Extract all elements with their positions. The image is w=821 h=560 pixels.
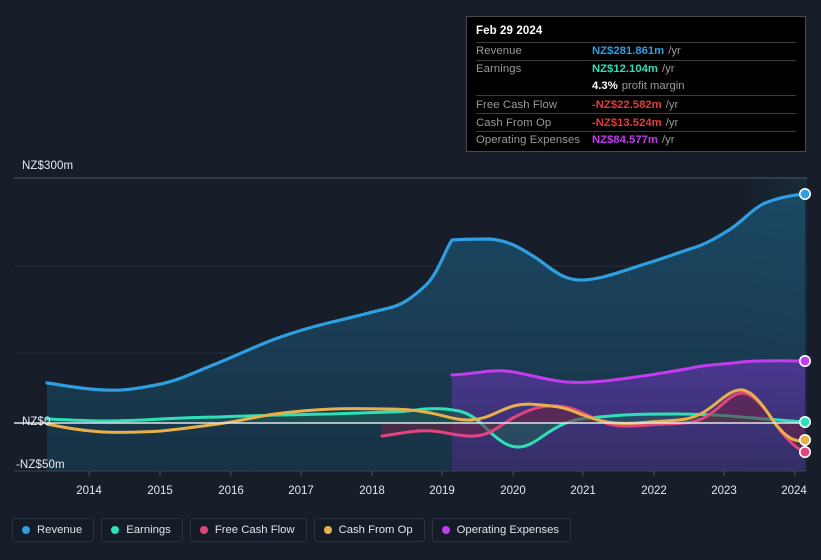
tooltip-unit-earnings: /yr [661, 63, 675, 76]
tooltip-unit-revenue: /yr [668, 45, 681, 58]
tooltip-value-free-cash-flow: -NZ$22.582m [592, 98, 662, 111]
tooltip-value-operating-expenses: NZ$84.577m [592, 134, 658, 147]
end-marker-operating-expenses [798, 354, 811, 367]
tooltip-row-operating-expenses: Operating Expenses NZ$84.577m /yr [476, 130, 796, 149]
legend-label-operating-expenses: Operating Expenses [456, 524, 560, 536]
legend-item-operating-expenses[interactable]: Operating Expenses [431, 518, 572, 542]
legend-item-revenue[interactable]: Revenue [12, 518, 95, 542]
tooltip-row-revenue: Revenue NZ$281.861m /yr [476, 42, 796, 60]
tooltip-row-profit-margin: 4.3% profit margin [476, 78, 796, 96]
x-axis-label-2023: 2023 [711, 485, 737, 497]
tooltip-unit-profit-margin: profit margin [621, 80, 685, 93]
legend-label-free-cash-flow: Free Cash Flow [214, 524, 295, 536]
y-axis-label-neg50m: -NZ$50m [16, 459, 65, 471]
x-axis-label-2020: 2020 [500, 485, 526, 497]
tooltip-unit-cash-from-op: /yr [665, 116, 679, 129]
x-axis-label-2016: 2016 [218, 485, 244, 497]
legend-item-earnings[interactable]: Earnings [101, 518, 183, 542]
y-axis-label-300m: NZ$300m [22, 160, 74, 172]
x-axis-label-2021: 2021 [570, 485, 596, 497]
plot-area [14, 177, 811, 476]
chart-legend: Revenue Earnings Free Cash Flow Cash Fro… [12, 518, 572, 542]
tooltip-value-profit-margin: 4.3% [592, 80, 618, 93]
x-axis-label-2018: 2018 [359, 485, 385, 497]
chart-tooltip: Feb 29 2024 Revenue NZ$281.861m /yr Earn… [466, 16, 806, 152]
tooltip-row-cash-from-op: Cash From Op -NZ$13.524m /yr [476, 113, 796, 131]
legend-label-revenue: Revenue [37, 524, 83, 536]
tooltip-value-revenue: NZ$281.861m [592, 45, 665, 58]
tooltip-label-free-cash-flow: Free Cash Flow [476, 98, 558, 111]
tooltip-unit-operating-expenses: /yr [661, 134, 675, 147]
legend-item-cash-from-op[interactable]: Cash From Op [313, 518, 425, 542]
financial-chart-page: NZ$300m NZ$0 -NZ$50m 2014 2015 2016 2017… [0, 0, 821, 560]
x-axis-label-2015: 2015 [147, 485, 173, 497]
x-axis-label-2022: 2022 [641, 485, 667, 497]
legend-label-cash-from-op: Cash From Op [338, 524, 413, 536]
end-marker-cash-from-op [798, 433, 811, 446]
x-axis-label-2017: 2017 [288, 485, 314, 497]
tooltip-label-revenue: Revenue [476, 45, 522, 58]
tooltip-value-cash-from-op: -NZ$13.524m [592, 116, 662, 129]
x-axis-label-2024: 2024 [781, 485, 807, 497]
x-tick-marks [88, 471, 796, 476]
legend-dot-earnings-icon [111, 526, 120, 534]
legend-dot-revenue-icon [22, 526, 30, 534]
tooltip-row-earnings: Earnings NZ$12.104m /yr [476, 59, 796, 78]
tooltip-label-cash-from-op: Cash From Op [476, 116, 552, 129]
x-axis-label-2019: 2019 [429, 485, 455, 497]
tooltip-label-earnings: Earnings [476, 63, 522, 76]
end-marker-earnings [798, 415, 811, 428]
tooltip-value-earnings: NZ$12.104m [592, 63, 658, 76]
y-axis-label-zero: NZ$0 [22, 416, 51, 428]
legend-dot-operating-expenses-icon [441, 526, 450, 534]
legend-dot-cash-from-op-icon [323, 526, 332, 534]
tooltip-date-title: Feb 29 2024 [476, 25, 543, 37]
end-marker-free-cash-flow [798, 445, 811, 458]
tooltip-label-operating-expenses: Operating Expenses [476, 134, 581, 147]
tooltip-unit-free-cash-flow: /yr [665, 98, 679, 111]
x-axis-label-2014: 2014 [76, 485, 102, 497]
tooltip-row-free-cash-flow: Free Cash Flow -NZ$22.582m /yr [476, 95, 796, 113]
legend-label-earnings: Earnings [126, 524, 171, 536]
end-marker-revenue [798, 188, 811, 201]
legend-item-free-cash-flow[interactable]: Free Cash Flow [189, 518, 307, 542]
legend-dot-free-cash-flow-icon [199, 526, 208, 534]
